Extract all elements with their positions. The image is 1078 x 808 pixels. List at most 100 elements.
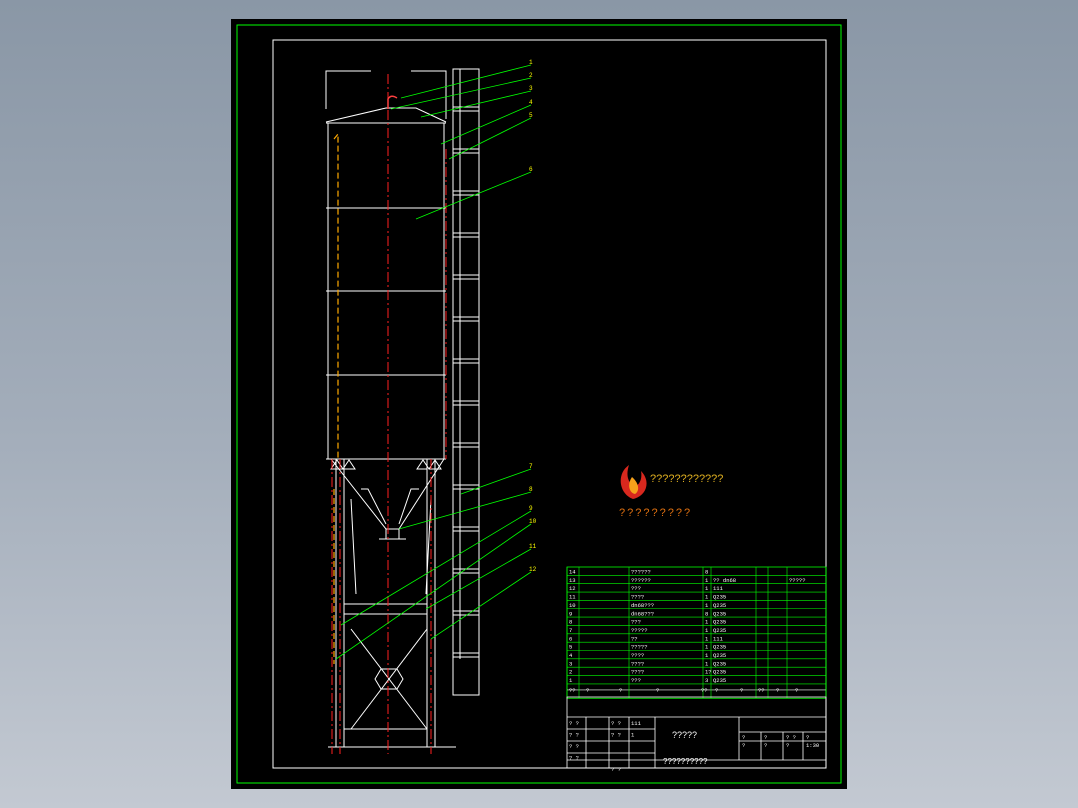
parts-cell-no: 8 (569, 619, 572, 626)
title-block-cell: ? ? (569, 732, 579, 739)
parts-header-cell: ? (740, 687, 743, 694)
balloon-numbers: 123456789101112 (529, 59, 537, 573)
parts-cell-qty: 1? (705, 669, 712, 676)
title-block-cell: ? (742, 734, 745, 741)
parts-cell-no: 7 (569, 627, 572, 634)
drawing-subtitle: ?????????? (663, 757, 708, 766)
parts-row: 11???? 1 Q235 (569, 594, 726, 601)
parts-row: 12??? 1 111 (569, 585, 724, 592)
vent-pipe (387, 95, 398, 109)
title-block-cell: ? ? (786, 734, 796, 741)
parts-cell-name: ???? (631, 594, 644, 601)
parts-cell-material: Q235 (713, 660, 726, 667)
parts-cell-material: Q235 (713, 594, 726, 601)
company-logo: ???????????? ????????? (619, 465, 723, 519)
parts-cell-name: ???? (631, 652, 644, 659)
title-block-cell: ? ? (569, 755, 579, 762)
parts-row: 3???? 1 Q235 (569, 660, 726, 667)
parts-cell-name: ??? (631, 619, 641, 626)
title-block-cell: ? ? (569, 743, 579, 750)
parts-cell-material: Q235 (713, 602, 726, 609)
parts-cell-name: ???? (631, 669, 644, 676)
parts-cell-name: ??? (631, 585, 641, 592)
parts-cell-qty: 1 (705, 619, 709, 626)
parts-row: 9 dn68??? 8 Q235 (569, 610, 726, 617)
leader-lines (335, 64, 532, 660)
parts-cell-qty: 1 (705, 594, 709, 601)
parts-row: 14?????? 8 (569, 569, 708, 576)
parts-cell-qty: 1 (705, 652, 709, 659)
parts-row: 4???? 1 Q235 (569, 652, 726, 659)
parts-cell-qty: 1 (705, 644, 709, 651)
parts-cell-qty: 1 (705, 602, 709, 609)
parts-cell-name: dn68??? (631, 610, 654, 617)
parts-cell-no: 5 (569, 644, 572, 651)
parts-cell-material: Q235 (713, 669, 726, 676)
centerlines (331, 74, 447, 754)
parts-cell-no: 2 (569, 669, 572, 676)
parts-header-cell: ? (776, 687, 779, 694)
parts-list-table: 14?????? 813?????? 1?? dn68 ?????12??? 1 1111… (566, 566, 827, 699)
parts-cell-no: 6 (569, 635, 572, 642)
title-block-cell: ? (764, 742, 767, 749)
title-block-cell: ? ? (611, 766, 621, 773)
parts-header-cell: ? (795, 687, 798, 694)
parts-cell-no: 10 (569, 602, 576, 609)
parts-cell-material: Q235 (713, 677, 726, 684)
title-block-cell: ? (806, 734, 809, 741)
parts-cell-qty: 1 (705, 585, 709, 592)
parts-cell-name: ?????? (631, 569, 651, 576)
parts-cell-qty: 3 (705, 677, 708, 684)
balloon-8: 8 (529, 486, 533, 493)
parts-cell-material: Q235 (713, 627, 726, 634)
parts-cell-name: ?????? (631, 577, 651, 584)
parts-cell-name: dn68??? (631, 602, 654, 609)
balloon-10: 10 (529, 518, 537, 525)
parts-header-cell: ? (586, 687, 589, 694)
balloon-11: 11 (529, 543, 537, 550)
balloon-3: 3 (529, 85, 533, 92)
logo-line-1: ???????????? (650, 473, 723, 485)
parts-cell-note: ????? (789, 577, 806, 584)
title-block-cell: ? (742, 742, 745, 749)
parts-cell-qty: 8 (705, 569, 708, 576)
title-block-cell: ? (764, 734, 767, 741)
title-block-cell: 1:30 (806, 742, 819, 749)
parts-cell-qty: 1 (705, 660, 709, 667)
parts-row: 1??? 3 Q235 (569, 677, 726, 684)
parts-cell-material: 111 (713, 585, 724, 592)
title-block-cell: ? ? (611, 732, 621, 739)
parts-header-cell: ? (715, 687, 718, 694)
parts-cell-material: Q235 (713, 610, 726, 617)
parts-cell-material: 111 (713, 635, 724, 642)
balloon-5: 5 (529, 112, 533, 119)
silo-elevation (325, 69, 480, 748)
title-block-cell: ? ? (611, 720, 621, 727)
parts-cell-name: ???? (631, 660, 644, 667)
cad-drawing: 1 2 3 4 5 6 7 8 9 10 11 12 ???????????? ????????? 1… (231, 19, 847, 789)
parts-cell-name: ????? (631, 644, 648, 651)
parts-row: 8??? 1 Q235 (569, 619, 726, 626)
parts-cell-material: Q235 (713, 644, 726, 651)
parts-cell-no: 11 (569, 594, 576, 601)
parts-cell-no: 12 (569, 585, 576, 592)
title-block-cell: ? (786, 742, 789, 749)
parts-cell-no: 1 (569, 677, 573, 684)
parts-header-cell: ?? (569, 687, 576, 694)
title-block-cell: ? ? (569, 720, 579, 727)
parts-cell-name: ??? (631, 677, 641, 684)
parts-cell-no: 3 (569, 660, 572, 667)
parts-cell-qty: 1 (705, 635, 709, 642)
parts-header-cell: ?? (758, 687, 765, 694)
parts-row: 7????? 1 Q235 (569, 627, 726, 634)
balloon-6: 6 (529, 166, 533, 173)
parts-cell-material: Q235 (713, 619, 726, 626)
balloon-4: 4 (529, 99, 533, 106)
parts-cell-qty: 1 (705, 627, 709, 634)
parts-header-cell: ? (619, 687, 622, 694)
title-block-cell: 1 (631, 732, 635, 739)
drawing-canvas: 123456789101112 ???????????? ????????? 1… (236, 24, 842, 784)
parts-header-cell: ? (656, 687, 659, 694)
parts-row: 2???? 1? Q235 (569, 669, 726, 676)
title-block-cell: 111 (631, 720, 642, 727)
